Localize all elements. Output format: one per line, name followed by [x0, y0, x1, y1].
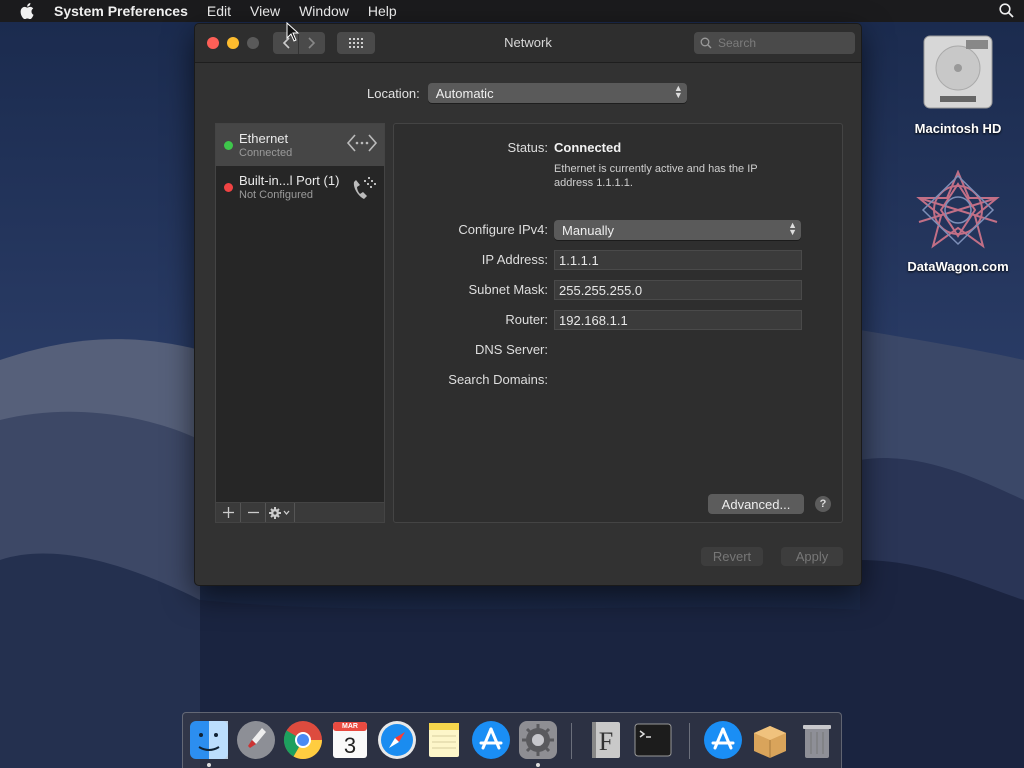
dock-calendar[interactable]: MAR 3	[330, 720, 370, 760]
running-indicator	[207, 763, 211, 767]
menu-window[interactable]: Window	[299, 3, 349, 19]
star-geometry-icon	[916, 169, 1000, 249]
desktop-icon-macintosh-hd[interactable]: Macintosh HD	[898, 32, 1018, 136]
menu-edit[interactable]: Edit	[207, 3, 231, 19]
dock-finder[interactable]	[189, 720, 229, 760]
subnet-mask-field[interactable]	[554, 280, 802, 300]
mouse-cursor-icon	[286, 21, 300, 47]
dock-system-preferences[interactable]	[518, 720, 558, 760]
popup-arrows-icon: ▲ ▼	[673, 83, 683, 100]
add-service-button[interactable]	[216, 503, 241, 522]
ip-address-label: IP Address:	[481, 252, 548, 267]
dock-app-store[interactable]	[471, 720, 511, 760]
location-popup[interactable]: Automatic ▲ ▼	[427, 83, 687, 103]
package-box-icon	[754, 726, 786, 758]
running-indicator	[536, 763, 540, 767]
plus-icon	[222, 507, 234, 518]
calendar-day: 3	[343, 733, 357, 758]
apple-menu-icon[interactable]	[20, 3, 38, 19]
dock-terminal[interactable]	[633, 720, 673, 760]
location-label: Location:	[367, 85, 420, 101]
gear-icon	[269, 506, 290, 519]
network-preferences-window: Network Location: Automatic ▲▼ Ethernet …	[194, 23, 862, 586]
font-book-icon: F	[592, 722, 620, 758]
terminal-icon	[634, 723, 672, 757]
configure-ipv4-popup[interactable]: Manually ▲ ▼	[554, 220, 801, 240]
menu-help[interactable]: Help	[368, 3, 397, 19]
minus-icon	[247, 511, 259, 514]
dock: MAR 3 F	[182, 712, 842, 768]
service-item-builtin-port[interactable]: Built-in...l Port (1) Not Configured	[216, 166, 384, 208]
dock-trash[interactable]	[797, 720, 837, 760]
app-store-icon	[704, 721, 742, 759]
search-icon	[700, 37, 712, 49]
dock-separator	[689, 723, 690, 759]
router-label: Router:	[505, 312, 548, 327]
apply-button[interactable]: Apply	[781, 547, 843, 566]
search-domains-label: Search Domains:	[448, 372, 548, 387]
finder-icon	[190, 721, 228, 759]
network-service-list: Ethernet Connected Built-in...l Port (1)…	[215, 123, 385, 503]
remove-service-button[interactable]	[241, 503, 266, 522]
status-dot-red	[224, 183, 233, 192]
service-actions-button[interactable]	[266, 503, 295, 522]
location-value: Automatic	[435, 85, 494, 101]
service-list-toolbar	[215, 502, 385, 523]
chrome-icon	[283, 721, 323, 760]
calendar-month: MAR	[342, 723, 358, 730]
svg-text:F: F	[599, 727, 613, 756]
search-input[interactable]	[718, 36, 838, 50]
service-detail-panel: Status: Connected Ethernet is currently …	[393, 123, 843, 523]
notes-icon	[429, 723, 459, 757]
desktop-icon-datawagon[interactable]: DataWagon.com	[898, 169, 1018, 274]
trash-icon	[803, 725, 831, 758]
popup-arrows-icon: ▲ ▼	[788, 220, 797, 237]
help-button[interactable]: ?	[815, 496, 831, 512]
configure-ipv4-value: Manually	[562, 222, 615, 238]
spotlight-search-icon[interactable]	[999, 3, 1014, 21]
safari-compass-icon	[378, 721, 416, 759]
desktop-icon-label: DataWagon.com	[907, 259, 1009, 274]
dock-app-store-downloads[interactable]	[703, 720, 743, 760]
menu-view[interactable]: View	[250, 3, 280, 19]
dock-separator	[571, 723, 572, 759]
configure-ipv4-label: Configure IPv4:	[458, 222, 548, 237]
status-description: Ethernet is currently active and has the…	[554, 163, 758, 189]
advanced-button[interactable]: Advanced...	[708, 494, 804, 514]
status-dot-green	[224, 141, 233, 150]
dock-safari[interactable]	[377, 720, 417, 760]
dns-server-label: DNS Server:	[475, 342, 548, 357]
app-store-icon	[472, 721, 510, 759]
dock-archive-utility[interactable]	[750, 720, 790, 760]
status-value: Connected	[554, 140, 622, 155]
status-label: Status:	[507, 140, 548, 155]
subnet-mask-label: Subnet Mask:	[468, 282, 549, 297]
ip-address-field[interactable]	[554, 250, 802, 270]
dock-launchpad[interactable]	[236, 720, 276, 760]
revert-button[interactable]: Revert	[701, 547, 763, 566]
menu-app-name[interactable]: System Preferences	[54, 3, 188, 19]
launchpad-rocket-icon	[237, 721, 275, 759]
dock-font-book[interactable]: F	[586, 720, 626, 760]
dock-notes[interactable]	[424, 720, 464, 760]
desktop-icon-label: Macintosh HD	[914, 121, 1002, 136]
menu-bar: System Preferences Edit View Window Help	[0, 0, 1024, 22]
phone-icon	[348, 174, 378, 209]
search-field[interactable]	[694, 32, 855, 54]
location-row: Location: Automatic ▲ ▼	[367, 83, 687, 103]
router-field[interactable]	[554, 310, 802, 330]
dock-chrome[interactable]	[283, 720, 323, 760]
gear-icon	[519, 721, 557, 759]
hard-drive-icon	[923, 35, 993, 109]
ethernet-icon	[346, 132, 378, 159]
service-item-ethernet[interactable]: Ethernet Connected	[216, 124, 384, 166]
